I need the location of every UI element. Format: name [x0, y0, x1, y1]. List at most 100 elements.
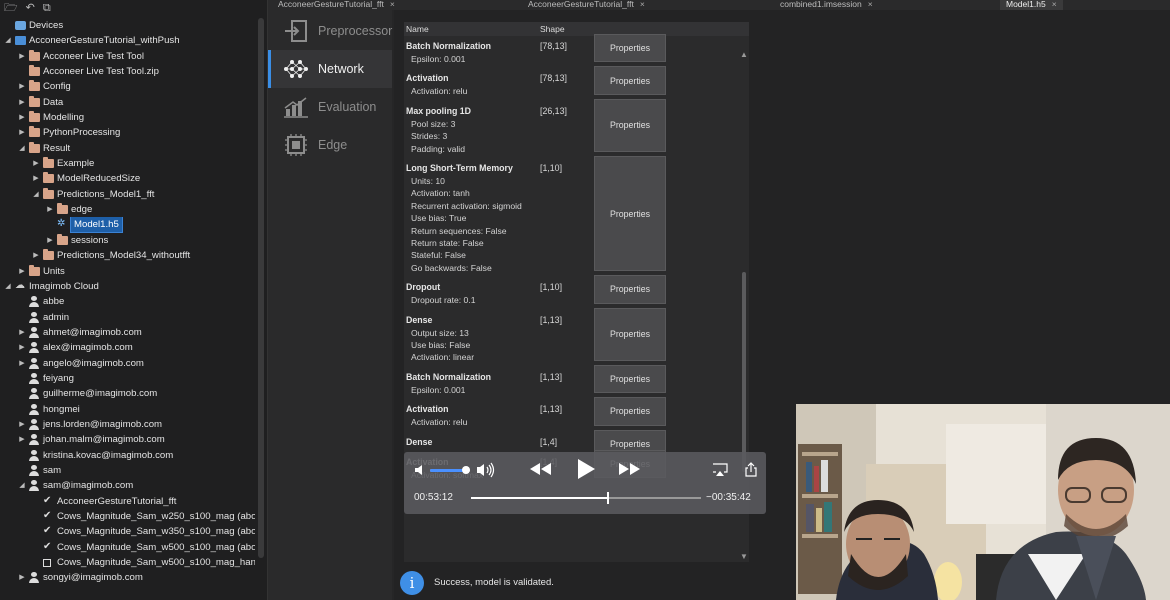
tab-model1-h5[interactable]: Model1.h5 × [1000, 0, 1063, 10]
close-tab-icon[interactable]: × [1052, 0, 1057, 9]
copy-icon[interactable]: ⧉ [43, 2, 51, 14]
expand-arrow-icon[interactable]: ▶ [18, 417, 26, 432]
play-icon[interactable] [575, 458, 597, 480]
tree-item[interactable]: Cows_Magnitude_Sam_w500_s100_mag_hann (a [0, 555, 255, 570]
tree-item[interactable]: ▶ Predictions_Model34_withoutfft [0, 248, 255, 263]
explorer-scrollbar[interactable] [258, 18, 264, 558]
airplay-icon[interactable] [712, 463, 728, 477]
tree-item[interactable]: abbe [0, 294, 255, 309]
tree-item[interactable]: ▶ Modelling [0, 110, 255, 125]
scroll-down-icon[interactable]: ▼ [740, 552, 748, 561]
tree-item[interactable]: ▶ songyi@imagimob.com [0, 570, 255, 585]
close-tab-icon[interactable]: × [390, 0, 395, 9]
tree-item[interactable]: guilherme@imagimob.com [0, 386, 255, 401]
tree-item[interactable]: ✔ Cows_Magnitude_Sam_w350_s100_mag (about… [0, 524, 255, 539]
properties-button[interactable]: Properties [594, 66, 666, 95]
expand-arrow-icon[interactable]: ▶ [18, 340, 26, 355]
tree-item[interactable]: ▶ Config [0, 79, 255, 94]
nav-evaluation[interactable]: Evaluation [268, 88, 392, 126]
scroll-up-icon[interactable]: ▲ [740, 50, 748, 59]
properties-button[interactable]: Properties [594, 397, 666, 426]
tree-item[interactable]: ◢ Result [0, 141, 255, 156]
tree-item[interactable]: ▶ PythonProcessing [0, 125, 255, 140]
properties-button[interactable]: Properties [594, 98, 666, 152]
tree-item[interactable]: ◢ AcconeerGestureTutorial_withPush [0, 33, 255, 48]
expand-arrow-icon[interactable]: ▶ [18, 325, 26, 340]
tree-item[interactable]: ▶ Units [0, 264, 255, 279]
nav-preprocessor[interactable]: Preprocessor [268, 12, 392, 50]
volume-slider[interactable] [430, 466, 470, 474]
expand-arrow-icon[interactable]: ▶ [32, 171, 40, 186]
properties-button[interactable]: Properties [594, 307, 666, 361]
tree-item[interactable]: ▶ edge [0, 202, 255, 217]
open-folder-icon[interactable]: 🗁 [4, 2, 18, 14]
tree-item[interactable]: admin [0, 310, 255, 325]
collapse-arrow-icon[interactable]: ◢ [32, 187, 40, 202]
tree-item[interactable]: ▶ ModelReducedSize [0, 171, 255, 186]
expand-arrow-icon[interactable]: ▶ [18, 356, 26, 371]
tree-item[interactable]: ▶ sessions [0, 233, 255, 248]
seek-bar[interactable] [471, 492, 701, 504]
nav-network[interactable]: Network [268, 50, 392, 88]
tree-item[interactable]: ▶ Data [0, 95, 255, 110]
expand-arrow-icon[interactable]: ▶ [18, 125, 26, 140]
properties-button[interactable]: Properties [594, 156, 666, 272]
tree-item[interactable]: ✔ Cows_Magnitude_Sam_w250_s100_mag (about… [0, 509, 255, 524]
tree-item[interactable]: ✔ AcconeerGestureTutorial_fft [0, 494, 255, 509]
tree-item[interactable]: ▶ Acconeer Live Test Tool [0, 49, 255, 64]
tree-item[interactable]: sam [0, 463, 255, 478]
expand-arrow-icon[interactable]: ▶ [18, 570, 26, 585]
expand-arrow-icon[interactable]: ▶ [18, 432, 26, 447]
layer-table-scrollbar[interactable] [742, 272, 746, 472]
tree-item[interactable]: ✔ Cows_Magnitude_Sam_w500_s100_mag (about… [0, 540, 255, 555]
tree-item[interactable]: ▶ alex@imagimob.com [0, 340, 255, 355]
tree-item[interactable]: ▶ jens.lorden@imagimob.com [0, 417, 255, 432]
collapse-arrow-icon[interactable]: ◢ [4, 33, 12, 48]
volume-low-icon[interactable] [414, 463, 428, 477]
expand-arrow-icon[interactable]: ▶ [18, 264, 26, 279]
close-tab-icon[interactable]: × [868, 0, 873, 9]
collapse-arrow-icon[interactable]: ◢ [4, 279, 12, 294]
tree-item[interactable]: ◢ Predictions_Model1_fft [0, 187, 255, 202]
tree-item[interactable]: ✲ Model1.h5 [0, 217, 255, 233]
expand-arrow-icon[interactable]: ▶ [18, 95, 26, 110]
tree-item-label: Cows_Magnitude_Sam_w250_s100_mag (about … [57, 511, 255, 522]
expand-arrow-icon[interactable]: ▶ [18, 110, 26, 125]
tree-item[interactable]: ▶ angelo@imagimob.com [0, 356, 255, 371]
undo-icon[interactable]: ↶ [26, 2, 35, 14]
properties-button[interactable]: Properties [594, 364, 666, 394]
rewind-icon[interactable] [528, 461, 552, 477]
nav-edge[interactable]: Edge [268, 126, 392, 164]
tree-item[interactable]: ▶ johan.malm@imagimob.com [0, 432, 255, 447]
close-tab-icon[interactable]: × [640, 0, 645, 9]
share-icon[interactable] [744, 462, 758, 477]
collapse-arrow-icon[interactable]: ◢ [18, 478, 26, 493]
tree-item[interactable]: kristina.kovac@imagimob.com [0, 448, 255, 463]
volume-knob[interactable] [462, 466, 470, 474]
tab-combined-session[interactable]: combined1.imsession × [780, 0, 873, 10]
expand-arrow-icon[interactable]: ▶ [32, 156, 40, 171]
tab-acconeer-fft-1[interactable]: AcconeerGestureTutorial_fft × [278, 0, 395, 10]
expand-arrow-icon[interactable]: ▶ [32, 248, 40, 263]
tab-acconeer-fft-2[interactable]: AcconeerGestureTutorial_fft × [528, 0, 645, 10]
tree-item[interactable]: ◢ sam@imagimob.com [0, 478, 255, 493]
expand-arrow-icon[interactable]: ▶ [18, 79, 26, 94]
validation-status: i Success, model is validated. [394, 568, 774, 598]
tree-item[interactable]: ◢ ☁ Imagimob Cloud [0, 279, 255, 294]
tree-item[interactable]: Devices [0, 18, 255, 33]
expand-arrow-icon[interactable]: ▶ [46, 202, 54, 217]
fast-forward-icon[interactable] [618, 461, 642, 477]
tree-item[interactable]: Acconeer Live Test Tool.zip [0, 64, 255, 79]
seek-knob[interactable] [606, 492, 609, 504]
collapse-arrow-icon[interactable]: ◢ [18, 141, 26, 156]
tree-item[interactable]: hongmei [0, 402, 255, 417]
expand-arrow-icon[interactable]: ▶ [18, 49, 26, 64]
tree-item[interactable]: feiyang [0, 371, 255, 386]
tree-item[interactable]: ▶ ahmet@imagimob.com [0, 325, 255, 340]
volume-high-icon[interactable] [476, 462, 496, 478]
tree-item[interactable]: ▶ Example [0, 156, 255, 171]
properties-button[interactable]: Properties [594, 34, 666, 63]
properties-button[interactable]: Properties [594, 275, 666, 304]
checkmark-icon: ✔ [43, 525, 52, 537]
expand-arrow-icon[interactable]: ▶ [46, 233, 54, 248]
